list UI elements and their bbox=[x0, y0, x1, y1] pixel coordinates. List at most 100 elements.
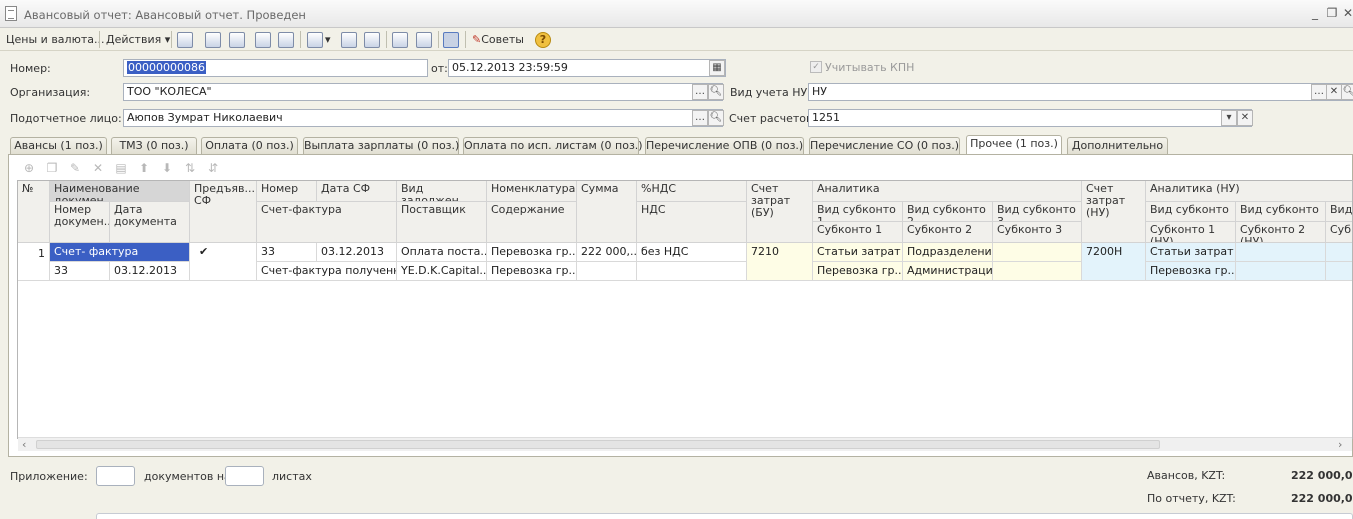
cell-subconto-3-nu[interactable] bbox=[1326, 262, 1352, 281]
accountable-person-field[interactable]: Аюпов Зумрат Николаевич bbox=[123, 109, 723, 127]
minimize-icon[interactable]: _ bbox=[1308, 6, 1322, 20]
col-vat-header[interactable]: НДС bbox=[637, 202, 747, 243]
col-docnum-header[interactable]: Номер докумен... bbox=[50, 202, 110, 243]
cell-sf[interactable]: Счет-фактура полученн... bbox=[257, 262, 397, 281]
add-row-icon[interactable]: ⊕ bbox=[22, 161, 36, 175]
cell-subconto-type-3-nu[interactable] bbox=[1326, 243, 1352, 262]
organization-select-icon[interactable]: … bbox=[692, 84, 708, 100]
move-down-icon[interactable]: ⬇ bbox=[160, 161, 174, 175]
col-subconto-type-2-header[interactable]: Вид субконто 2 bbox=[903, 202, 993, 222]
row-num[interactable]: 1 bbox=[18, 243, 50, 281]
tab-writ-payment[interactable]: Оплата по исп. листам (0 поз.) bbox=[463, 137, 643, 154]
close-icon[interactable]: ✕ bbox=[1341, 6, 1353, 20]
cell-subconto-type-2-nu[interactable] bbox=[1236, 243, 1326, 262]
cell-subconto-2[interactable]: Администрация bbox=[903, 262, 993, 281]
cell-content[interactable]: Перевозка гр... bbox=[487, 262, 577, 281]
nu-type-clear-icon[interactable]: ✕ bbox=[1326, 84, 1342, 100]
col-debt-type-header[interactable]: Вид задолжен... bbox=[397, 181, 487, 202]
list-settings-icon[interactable] bbox=[364, 32, 380, 48]
cell-supplier[interactable]: YE.D.K.Capital... bbox=[397, 262, 487, 281]
col-subconto-2-header[interactable]: Субконто 2 bbox=[903, 222, 993, 243]
tab-payment[interactable]: Оплата (0 поз.) bbox=[201, 137, 298, 154]
sort-asc-icon[interactable]: ⇅ bbox=[183, 161, 197, 175]
help-icon[interactable]: ? bbox=[535, 32, 551, 48]
cell-vat-rate[interactable]: без НДС bbox=[637, 243, 747, 262]
tab-salary-payout[interactable]: Выплата зарплаты (0 поз.) bbox=[303, 137, 459, 154]
cell-cost-account[interactable]: 7210 bbox=[747, 243, 813, 281]
account-dropdown-icon[interactable]: ▾ bbox=[1221, 110, 1237, 126]
post-and-close-icon[interactable] bbox=[177, 32, 193, 48]
person-select-icon[interactable]: … bbox=[692, 110, 708, 126]
number-field[interactable]: 00000000086 bbox=[123, 59, 428, 77]
scrollbar-thumb[interactable] bbox=[36, 440, 1160, 449]
mark-delete-icon[interactable] bbox=[278, 32, 294, 48]
cell-subconto-1[interactable]: Перевозка гр... bbox=[813, 262, 903, 281]
copy-row-icon[interactable]: ❐ bbox=[45, 161, 59, 175]
col-subconto-3-nu-header[interactable]: Суб bbox=[1326, 222, 1352, 243]
cell-docname[interactable]: Счет- фактура bbox=[50, 243, 190, 262]
cell-docnum[interactable]: 33 bbox=[50, 262, 110, 281]
move-up-icon[interactable]: ⬆ bbox=[137, 161, 151, 175]
col-supplier-header[interactable]: Поставщик bbox=[397, 202, 487, 243]
cell-subconto-type-1-nu[interactable]: Статьи затрат bbox=[1146, 243, 1236, 262]
cell-debt-type[interactable]: Оплата поста... bbox=[397, 243, 487, 262]
col-docdate-header[interactable]: Дата документа bbox=[110, 202, 190, 243]
col-analytics-nu-header[interactable]: Аналитика (НУ) bbox=[1146, 181, 1352, 202]
prices-currency-button[interactable]: Цены и валюта... bbox=[6, 32, 104, 48]
col-nomenclature-header[interactable]: Номенклатура bbox=[487, 181, 577, 202]
based-on-icon[interactable] bbox=[307, 32, 323, 48]
kpn-checkbox[interactable]: ✓ bbox=[810, 61, 822, 73]
post-icon[interactable] bbox=[229, 32, 245, 48]
table-horizontal-scrollbar[interactable]: ‹ › bbox=[18, 437, 1352, 451]
cell-vat[interactable] bbox=[637, 262, 747, 281]
restore-icon[interactable]: ❐ bbox=[1325, 6, 1339, 20]
journal-icon[interactable] bbox=[416, 32, 432, 48]
cell-nomenclature[interactable]: Перевозка гр... bbox=[487, 243, 577, 262]
col-subconto-2-nu-header[interactable]: Субконто 2 (НУ) bbox=[1236, 222, 1326, 243]
based-on-dropdown-icon[interactable]: ▾ bbox=[325, 32, 331, 48]
cell-subconto-type-3[interactable] bbox=[993, 243, 1082, 262]
cell-subconto-type-2[interactable]: Подразделения bbox=[903, 243, 993, 262]
col-cost-account-header[interactable]: Счет затрат (БУ) bbox=[747, 181, 813, 243]
tab-so-transfer[interactable]: Перечисление СО (0 поз.) bbox=[809, 137, 960, 154]
cell-sfnum[interactable]: 33 bbox=[257, 243, 317, 262]
attachment-sheets-field[interactable] bbox=[225, 466, 264, 486]
col-content-header[interactable]: Содержание bbox=[487, 202, 577, 243]
col-sf-header[interactable]: Счет-фактура bbox=[257, 202, 397, 243]
attachment-docs-field[interactable] bbox=[96, 466, 135, 486]
filter-toggle-icon[interactable] bbox=[443, 32, 459, 48]
cell-subconto-2-nu[interactable] bbox=[1236, 262, 1326, 281]
dt-kt-movements-icon[interactable] bbox=[392, 32, 408, 48]
person-open-icon[interactable]: 🔍︎ bbox=[708, 110, 724, 126]
tab-advances[interactable]: Авансы (1 поз.) bbox=[10, 137, 107, 154]
cell-sfdate[interactable]: 03.12.2013 bbox=[317, 243, 397, 262]
col-cost-account-nu-header[interactable]: Счет затрат (НУ) bbox=[1082, 181, 1146, 243]
delete-row-icon[interactable]: ✕ bbox=[91, 161, 105, 175]
tips-button[interactable]: ✎Советы bbox=[472, 32, 524, 48]
organization-field[interactable]: ТОО "КОЛЕСА" bbox=[123, 83, 723, 101]
col-sfnum-header[interactable]: Номер ... bbox=[257, 181, 317, 202]
col-subconto-type-1-nu-header[interactable]: Вид субконто ... bbox=[1146, 202, 1236, 222]
date-field[interactable]: 05.12.2013 23:59:59 bbox=[448, 59, 726, 77]
cell-cost-account-nu[interactable]: 7200Н bbox=[1082, 243, 1146, 281]
cell-present-sf[interactable]: ✔ bbox=[190, 243, 257, 281]
col-sum-header[interactable]: Сумма bbox=[577, 181, 637, 243]
cell-docdate[interactable]: 03.12.2013 bbox=[110, 262, 190, 281]
edit-row-icon[interactable]: ✎ bbox=[68, 161, 82, 175]
col-num-header[interactable]: № bbox=[18, 181, 50, 243]
account-clear-icon[interactable]: ✕ bbox=[1237, 110, 1253, 126]
nu-type-open-icon[interactable]: 🔍︎ bbox=[1341, 84, 1353, 100]
settlement-account-field[interactable]: 1251 bbox=[808, 109, 1252, 127]
copy-icon[interactable] bbox=[255, 32, 271, 48]
scroll-left-icon[interactable]: ‹ bbox=[22, 438, 26, 451]
calendar-icon[interactable]: ▦ bbox=[709, 60, 725, 76]
tab-opv-transfer[interactable]: Перечисление ОПВ (0 поз.) bbox=[645, 137, 804, 154]
col-vat-rate-header[interactable]: %НДС bbox=[637, 181, 747, 202]
nu-type-select-icon[interactable]: … bbox=[1311, 84, 1327, 100]
end-edit-icon[interactable]: ▤ bbox=[114, 161, 128, 175]
col-present-sf-header[interactable]: Предъяв... СФ bbox=[190, 181, 257, 243]
structure-icon[interactable] bbox=[341, 32, 357, 48]
cell-subconto-type-1[interactable]: Статьи затрат bbox=[813, 243, 903, 262]
col-sfdate-header[interactable]: Дата СФ bbox=[317, 181, 397, 202]
scroll-right-icon[interactable]: › bbox=[1338, 438, 1342, 451]
